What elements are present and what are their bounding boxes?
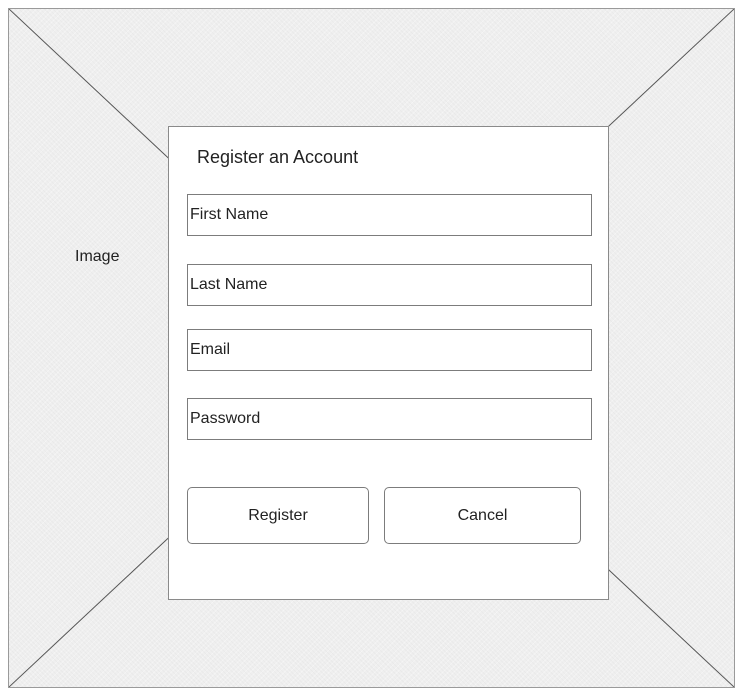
register-dialog: Register an Account First Name Last Name… <box>168 126 609 600</box>
last-name-field[interactable]: Last Name <box>187 264 592 306</box>
dialog-title: Register an Account <box>197 147 359 167</box>
image-label: Image <box>75 248 120 265</box>
password-field[interactable]: Password <box>187 398 592 440</box>
register-button[interactable]: Register <box>187 487 369 544</box>
email-field[interactable]: Email <box>187 329 592 371</box>
cancel-button[interactable]: Cancel <box>384 487 581 544</box>
first-name-field[interactable]: First Name <box>187 194 592 236</box>
